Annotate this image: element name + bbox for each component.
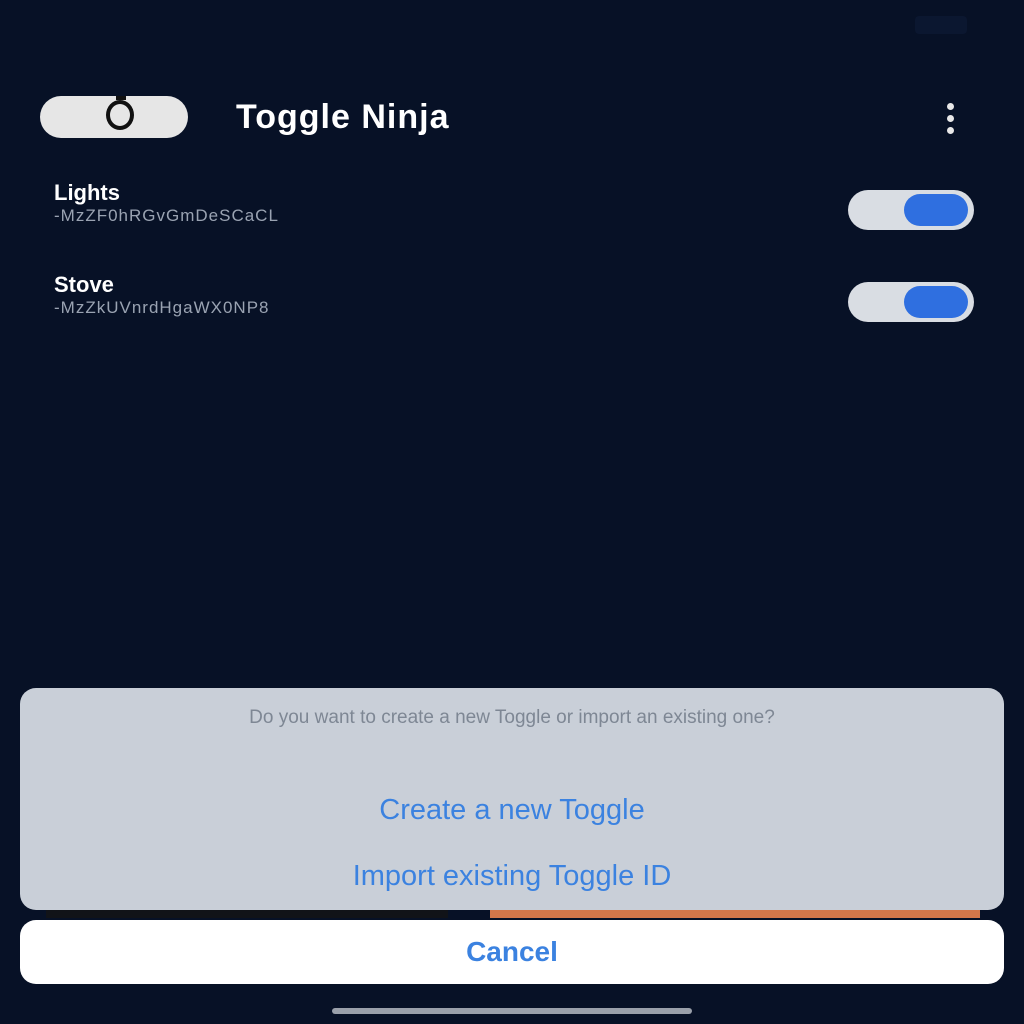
more-vertical-icon[interactable] — [930, 98, 970, 138]
app-header: Toggle Ninja — [0, 80, 1024, 160]
action-sheet: Do you want to create a new Toggle or im… — [20, 688, 1004, 910]
toggle-name: Lights — [54, 180, 120, 205]
divider — [46, 910, 448, 918]
toggle-switch-lights[interactable] — [848, 190, 974, 230]
toggle-name: Stove — [54, 272, 114, 297]
battery-icon — [915, 16, 967, 34]
toggle-logo-icon — [40, 96, 188, 138]
switch-knob — [904, 286, 968, 318]
app-title: Toggle Ninja — [236, 98, 450, 136]
toggle-id: -MzZkUVnrdHgaWX0NP8 — [54, 298, 270, 317]
toggle-switch-stove[interactable] — [848, 282, 974, 322]
cancel-button[interactable]: Cancel — [20, 920, 1004, 984]
toggle-id: -MzZF0hRGvGmDeSCaCL — [54, 206, 279, 225]
import-toggle-button[interactable]: Import existing Toggle ID — [20, 860, 1004, 893]
action-sheet-message: Do you want to create a new Toggle or im… — [249, 707, 775, 728]
divider — [490, 910, 980, 918]
switch-knob — [904, 194, 968, 226]
toggle-row-lights: Lights -MzZF0hRGvGmDeSCaCL — [0, 176, 1024, 246]
create-toggle-button[interactable]: Create a new Toggle — [20, 794, 1004, 827]
status-bar — [0, 0, 1024, 44]
toggle-row-stove: Stove -MzZkUVnrdHgaWX0NP8 — [0, 268, 1024, 338]
home-indicator — [332, 1008, 692, 1014]
status-time — [120, 12, 210, 34]
